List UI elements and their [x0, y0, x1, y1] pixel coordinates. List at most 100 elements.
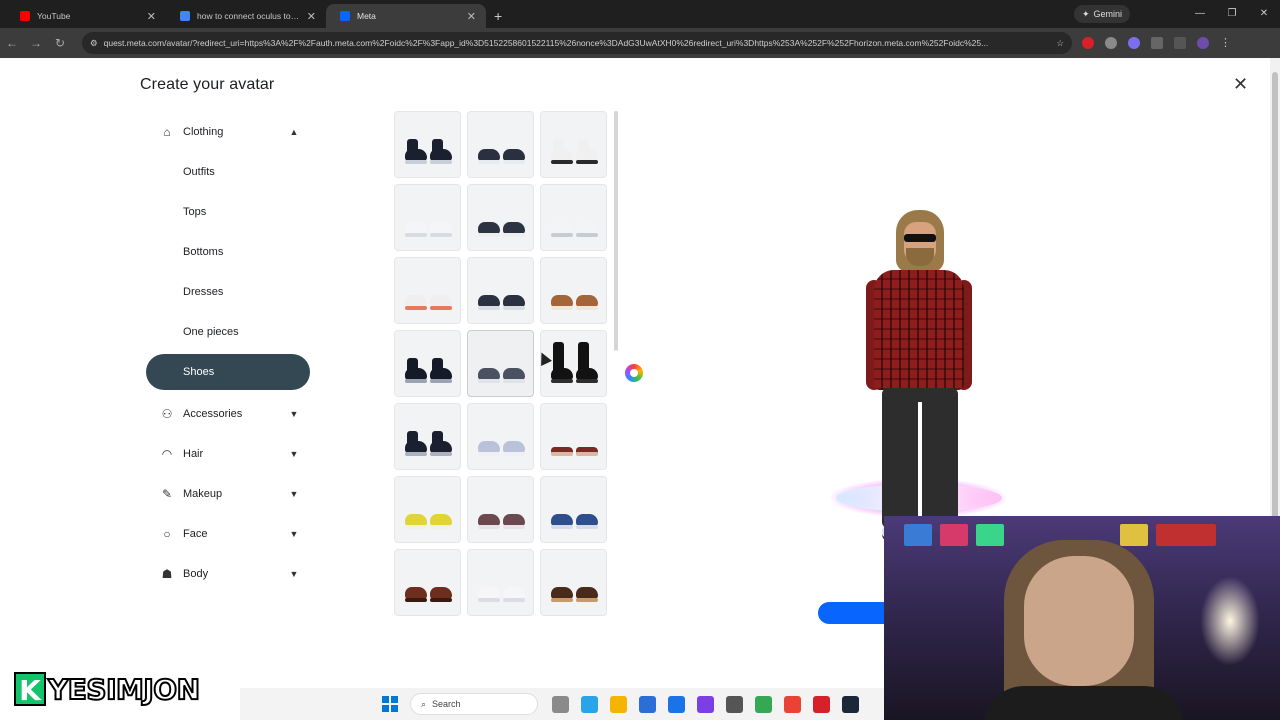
browser-tab[interactable]: YouTube ✕: [6, 4, 166, 28]
site-info-icon[interactable]: ⚙: [90, 38, 98, 49]
sidebar-item-tops[interactable]: Tops: [146, 192, 310, 232]
tab-label: YouTube: [37, 11, 71, 21]
minimize-icon[interactable]: —: [1184, 0, 1216, 28]
store-icon[interactable]: [639, 695, 656, 713]
shoe-option[interactable]: [394, 403, 461, 470]
opera-icon[interactable]: [813, 695, 830, 713]
extension-purple-icon[interactable]: [1128, 37, 1140, 49]
forward-icon[interactable]: →: [24, 36, 48, 50]
category-hair[interactable]: ◠ Hair ▼: [146, 434, 310, 474]
shoe-option[interactable]: [467, 257, 534, 324]
shoe-thumbnail: [478, 295, 500, 310]
chrome-icon[interactable]: [755, 695, 772, 713]
shoe-option[interactable]: [467, 184, 534, 251]
profile-avatar[interactable]: [1197, 37, 1209, 49]
app-icon[interactable]: [697, 695, 714, 713]
close-icon[interactable]: ✕: [1233, 74, 1248, 95]
save-button[interactable]: [818, 602, 888, 624]
menu-kebab-icon[interactable]: ⋮: [1220, 37, 1232, 49]
maps-icon[interactable]: [784, 695, 801, 713]
hair-icon: ◠: [161, 447, 173, 461]
tab-close-icon[interactable]: ✕: [467, 10, 476, 23]
shoe-option[interactable]: [540, 184, 607, 251]
gemini-button[interactable]: ✦ Gemini: [1073, 5, 1130, 23]
window-controls: — ❐ ✕: [1184, 0, 1280, 28]
taskbar-search-input[interactable]: ⌕ Search: [410, 693, 538, 715]
sidebar-item-outfits[interactable]: Outfits: [146, 152, 310, 192]
glasses-icon: ⚇: [161, 407, 173, 421]
sidebar-item-one-pieces[interactable]: One pieces: [146, 312, 310, 352]
extensions-puzzle-icon[interactable]: [1151, 37, 1163, 49]
tab-favicon-icon: [180, 11, 190, 21]
shoe-option[interactable]: [394, 257, 461, 324]
shoe-thumbnail: [430, 587, 452, 602]
file-explorer-icon[interactable]: [610, 695, 627, 713]
windows-taskbar: ⌕ Search: [240, 688, 884, 720]
shoe-thumbnail: [503, 295, 525, 310]
grid-scrollbar[interactable]: [614, 111, 618, 351]
shoe-option[interactable]: [540, 549, 607, 616]
windows-start-icon[interactable]: [382, 696, 398, 712]
tab-close-icon[interactable]: ✕: [307, 10, 316, 23]
shoe-option[interactable]: [540, 476, 607, 543]
shoe-option[interactable]: [394, 184, 461, 251]
steam-icon[interactable]: [842, 695, 859, 713]
streamer-body: [984, 686, 1184, 720]
shoe-thumbnail: [478, 587, 500, 602]
shoe-option[interactable]: [540, 330, 607, 397]
restore-icon[interactable]: ❐: [1216, 0, 1248, 28]
shoe-option[interactable]: [394, 111, 461, 178]
shoe-thumbnail: [405, 139, 427, 164]
side-panel-icon[interactable]: [1174, 37, 1186, 49]
tab-close-icon[interactable]: ✕: [147, 10, 156, 23]
sidebar-item-shoes[interactable]: Shoes: [146, 354, 310, 390]
shoe-thumbnail: [405, 222, 427, 237]
shoe-thumbnail: [478, 514, 500, 529]
shoe-option[interactable]: [394, 549, 461, 616]
shoe-thumbnail: [478, 222, 500, 237]
category-clothing[interactable]: ⌂ Clothing ▲: [146, 112, 310, 152]
shoe-option[interactable]: [394, 476, 461, 543]
extension-red-icon[interactable]: [1082, 37, 1094, 49]
shoe-thumbnail: [551, 222, 573, 237]
category-makeup[interactable]: ✎ Makeup ▼: [146, 474, 310, 514]
sidebar-item-dresses[interactable]: Dresses: [146, 272, 310, 312]
shoe-option[interactable]: [467, 403, 534, 470]
bookmark-star-icon[interactable]: ☆: [1056, 38, 1064, 49]
window-close-icon[interactable]: ✕: [1248, 0, 1280, 28]
copilot-icon[interactable]: [581, 695, 598, 713]
browser-tab[interactable]: how to connect oculus to obs s ✕: [166, 4, 326, 28]
shoe-option[interactable]: [467, 111, 534, 178]
chevron-up-icon: ▲: [289, 127, 299, 137]
shoe-option[interactable]: [540, 403, 607, 470]
shoe-thumbnail: [503, 149, 525, 164]
category-label: Accessories: [183, 408, 243, 420]
files-icon[interactable]: [552, 695, 569, 713]
app-icon-2[interactable]: [726, 695, 743, 713]
channel-logo: K YESIMJON: [14, 669, 240, 709]
shoe-option[interactable]: [467, 549, 534, 616]
tab-favicon-icon: [20, 11, 30, 21]
url-input[interactable]: ⚙ quest.meta.com/avatar/?redirect_uri=ht…: [82, 32, 1072, 54]
sidebar-item-bottoms[interactable]: Bottoms: [146, 232, 310, 272]
shoe-option[interactable]: [540, 257, 607, 324]
lamp-light: [1200, 576, 1260, 666]
mail-icon[interactable]: [668, 695, 685, 713]
shoe-option[interactable]: [540, 111, 607, 178]
new-tab-button[interactable]: +: [486, 4, 510, 28]
extension-gray-icon[interactable]: [1105, 37, 1117, 49]
reload-icon[interactable]: ↻: [48, 36, 72, 50]
browser-tab[interactable]: Meta ✕: [326, 4, 486, 28]
shoe-option[interactable]: [467, 476, 534, 543]
shoe-thumbnail: [551, 139, 573, 164]
shoe-thumbnail: [576, 295, 598, 310]
shoe-thumbnail: [478, 368, 500, 383]
shoe-option[interactable]: [467, 330, 534, 397]
shoe-option[interactable]: [394, 330, 461, 397]
back-icon[interactable]: ←: [0, 36, 24, 50]
category-body[interactable]: ☗ Body ▼: [146, 554, 310, 594]
category-face[interactable]: ○ Face ▼: [146, 514, 310, 554]
wall-poster: [940, 524, 968, 546]
category-accessories[interactable]: ⚇ Accessories ▼: [146, 394, 310, 434]
url-text: quest.meta.com/avatar/?redirect_uri=http…: [103, 38, 989, 48]
